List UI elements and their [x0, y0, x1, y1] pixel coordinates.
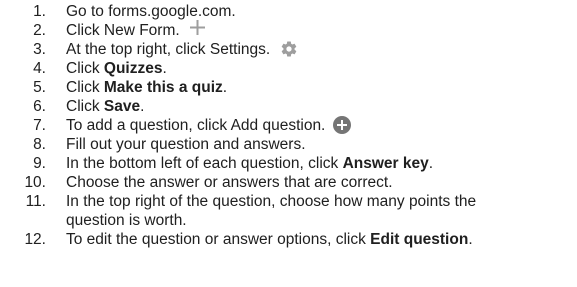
step-number: 2. [33, 22, 46, 39]
instruction-list: 1. Go to forms.google.com. 2. Click New … [0, 0, 577, 249]
step-text: To add a question, click Add question. [66, 115, 577, 135]
gear-icon [280, 40, 298, 58]
step-text: Click Make this a quiz. [66, 79, 228, 96]
step-6: 6. Click Save. [0, 97, 577, 116]
step-4: 4. Click Quizzes. [0, 59, 577, 78]
step-number: 1. [33, 3, 46, 20]
step-text: To edit the question or answer options, … [66, 231, 473, 248]
step-number: 7. [33, 117, 46, 134]
step-5: 5. Click Make this a quiz. [0, 78, 577, 97]
plus-icon [189, 20, 205, 36]
step-text: Fill out your question and answers. [66, 136, 306, 153]
step-3: 3. At the top right, click Settings. [0, 40, 577, 59]
step-text: In the bottom left of each question, cli… [66, 155, 434, 172]
step-number: 10. [24, 174, 46, 191]
step-text: In the top right of the question, choose… [66, 193, 477, 229]
step-11: 11. In the top right of the question, ch… [0, 192, 577, 230]
step-12: 12. To edit the question or answer optio… [0, 230, 577, 249]
step-number: 9. [33, 155, 46, 172]
step-2: 2. Click New Form. [0, 20, 577, 40]
step-number: 6. [33, 98, 46, 115]
step-9: 9. In the bottom left of each question, … [0, 154, 577, 173]
step-number: 11. [25, 193, 46, 210]
step-text: At the top right, click Settings. [66, 40, 577, 59]
step-number: 3. [33, 41, 46, 58]
step-1: 1. Go to forms.google.com. [0, 2, 577, 21]
step-number: 4. [33, 60, 46, 77]
add-circle-icon [333, 115, 352, 134]
step-text: Click New Form. [66, 20, 577, 40]
step-number: 5. [33, 79, 46, 96]
step-text: Click Quizzes. [66, 60, 167, 77]
step-text: Click Save. [66, 98, 145, 115]
step-number: 8. [33, 136, 46, 153]
step-10: 10. Choose the answer or answers that ar… [0, 173, 577, 192]
step-number: 12. [24, 231, 46, 248]
step-8: 8. Fill out your question and answers. [0, 135, 577, 154]
step-text: Go to forms.google.com. [66, 3, 236, 20]
step-text: Choose the answer or answers that are co… [66, 174, 393, 191]
step-7: 7. To add a question, click Add question… [0, 115, 577, 135]
